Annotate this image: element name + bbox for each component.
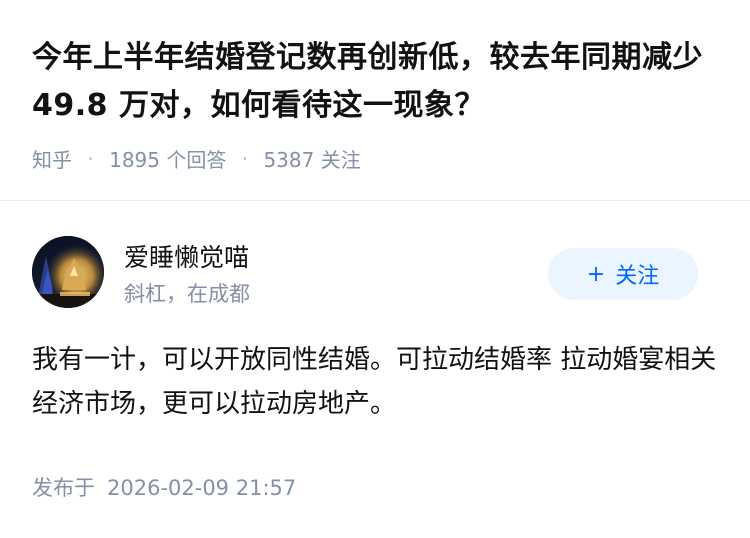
published-info: 发布于 2026-02-09 21:57 xyxy=(32,472,296,502)
separator-dot: · xyxy=(242,149,248,168)
follow-button[interactable]: + 关注 xyxy=(548,248,698,300)
answers-count[interactable]: 1895 个回答 xyxy=(109,144,226,173)
source-label[interactable]: 知乎 xyxy=(32,144,72,173)
answer-text: 我有一计，可以开放同性结婚。可拉动结婚率 拉动婚宴相关经济市场，更可以拉动房地产… xyxy=(32,345,717,419)
question-title[interactable]: 今年上半年结婚登记数再创新低，较去年同期减少 49.8 万对，如何看待这一现象？ xyxy=(32,34,722,130)
followers-count[interactable]: 5387 关注 xyxy=(263,144,360,173)
published-time: 2026-02-09 21:57 xyxy=(107,476,297,500)
author-card: 爱睡懒觉喵 斜杠，在成都 + 关注 xyxy=(32,236,718,308)
avatar[interactable] xyxy=(32,236,104,308)
section-divider xyxy=(0,200,750,201)
question-meta: 知乎 · 1895 个回答 · 5387 关注 xyxy=(32,144,722,173)
avatar-image xyxy=(32,236,104,308)
author-bio: 斜杠，在成都 xyxy=(124,282,250,306)
follow-label: 关注 xyxy=(615,264,660,289)
separator-dot: · xyxy=(88,149,94,168)
question-header: 今年上半年结婚登记数再创新低，较去年同期减少 49.8 万对，如何看待这一现象？… xyxy=(32,34,722,173)
author-name[interactable]: 爱睡懒觉喵 xyxy=(124,238,249,274)
published-label: 发布于 xyxy=(32,476,95,500)
plus-icon: + xyxy=(586,261,606,287)
